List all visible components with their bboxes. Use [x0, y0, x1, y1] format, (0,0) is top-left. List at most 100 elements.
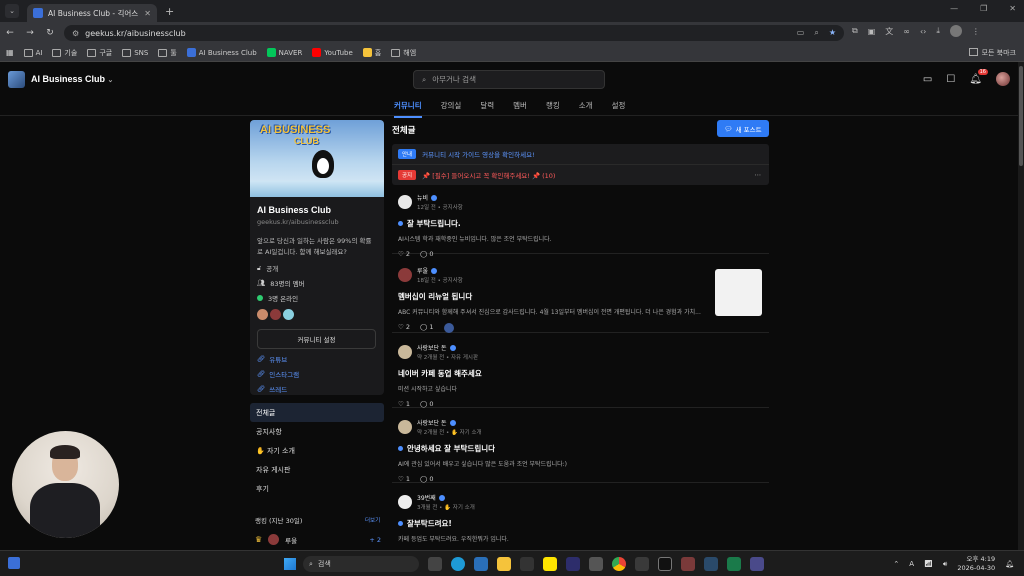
- app-icon[interactable]: [589, 557, 603, 571]
- comment-button[interactable]: ◯ 0: [420, 400, 433, 408]
- close-window-icon[interactable]: ✕: [1009, 4, 1016, 13]
- tab-members[interactable]: 멤버: [513, 100, 527, 111]
- bookmark-item[interactable]: AI: [23, 48, 42, 57]
- avatar[interactable]: [257, 309, 268, 320]
- menu-item-all[interactable]: 전체글: [250, 403, 384, 422]
- avatar[interactable]: [398, 420, 412, 434]
- bookmark-item[interactable]: YouTube: [312, 48, 353, 57]
- notice-item[interactable]: 안내 커뮤니티 시작 가이드 영상을 확인하세요!: [392, 144, 769, 164]
- new-tab-icon[interactable]: +: [165, 5, 174, 18]
- bookmark-item[interactable]: AI Business Club: [186, 48, 257, 57]
- notice-item[interactable]: 공지 📌 [필수] 들어오시고 꼭 확인해주세요! 📌 (10) ⋯: [392, 164, 769, 184]
- minimize-icon[interactable]: —: [950, 4, 958, 13]
- kakaotalk-icon[interactable]: [543, 557, 557, 571]
- avatar[interactable]: [398, 268, 412, 282]
- avatar[interactable]: [398, 195, 412, 209]
- forward-icon[interactable]: →: [20, 28, 40, 38]
- chevron-up-icon[interactable]: ⌃: [893, 560, 899, 568]
- profile-avatar[interactable]: [949, 25, 962, 37]
- bookmark-item[interactable]: 툴: [158, 48, 177, 58]
- chat-icon[interactable]: ☐: [946, 74, 955, 85]
- tab-search-icon[interactable]: ⌄: [5, 4, 19, 18]
- edge-icon[interactable]: [451, 557, 465, 571]
- avatar[interactable]: [398, 345, 412, 359]
- page-scrollbar[interactable]: [1018, 62, 1024, 550]
- restore-icon[interactable]: ❐: [980, 4, 987, 13]
- bell-icon[interactable]: 🔔︎ 16: [969, 68, 988, 85]
- download-icon[interactable]: ⤓: [936, 26, 940, 36]
- back-icon[interactable]: ←: [0, 28, 20, 38]
- post-item[interactable]: 39번째 3개월 전 • ✋ 자기 소개 잘부탁드려요! 카페 등업도 부탁드려…: [392, 488, 769, 558]
- video-icon[interactable]: ▭: [923, 74, 932, 85]
- ranking-row[interactable]: ♛ 루울 + 2: [255, 534, 381, 545]
- browser-tab[interactable]: AI Business Club - 긱어스 ✕: [27, 4, 157, 22]
- volume-icon[interactable]: 🔊︎: [943, 560, 947, 569]
- menu-item-notices[interactable]: 공지사항: [250, 422, 384, 441]
- user-avatar[interactable]: [996, 72, 1010, 86]
- extension-icon[interactable]: ▣: [868, 27, 876, 36]
- start-button[interactable]: [284, 558, 296, 570]
- tab-classroom[interactable]: 강의실: [441, 100, 462, 111]
- bookmark-item[interactable]: SNS: [122, 48, 148, 57]
- clock[interactable]: 오후 4:19 2026-04-30: [957, 555, 995, 573]
- post-author[interactable]: 뉴비: [417, 193, 463, 202]
- translate-icon[interactable]: 文: [885, 26, 893, 37]
- app-icon[interactable]: [428, 557, 442, 571]
- scrollbar-thumb[interactable]: [1019, 66, 1023, 166]
- close-tab-icon[interactable]: ✕: [144, 9, 151, 18]
- chrome-icon[interactable]: [612, 557, 626, 571]
- avatar[interactable]: [270, 309, 281, 320]
- tab-ranking[interactable]: 랭킹: [546, 100, 560, 111]
- bookmark-item[interactable]: 구글: [87, 48, 112, 58]
- bookmark-item[interactable]: NAVER: [266, 48, 302, 57]
- post-item[interactable]: 사랑보단 돈 약 2개월 전 • ✋ 자기 소개 안녕하세요 잘 부탁드립니다 …: [392, 413, 769, 483]
- site-info-icon[interactable]: ⚙: [72, 29, 79, 38]
- post-author[interactable]: 사랑보단 돈: [417, 343, 478, 352]
- site-name[interactable]: AI Business Club ⌄: [31, 74, 113, 84]
- app-icon[interactable]: [635, 557, 649, 571]
- link-threads[interactable]: 🔗︎ 쓰레드: [257, 384, 377, 394]
- club-logo[interactable]: [8, 71, 25, 88]
- tab-about[interactable]: 소개: [579, 100, 593, 111]
- tab-calendar[interactable]: 달력: [480, 100, 494, 111]
- bookmark-star-icon[interactable]: ★: [829, 28, 836, 38]
- cast-icon[interactable]: ▭: [797, 28, 805, 38]
- post-thumbnail[interactable]: [715, 269, 762, 316]
- post-author[interactable]: 루울: [417, 266, 463, 275]
- like-button[interactable]: ♡ 1: [398, 475, 410, 483]
- like-button[interactable]: ♡ 1: [398, 400, 410, 408]
- app-icon[interactable]: [566, 557, 580, 571]
- tab-settings[interactable]: 설정: [612, 100, 626, 111]
- avatar[interactable]: [283, 309, 294, 320]
- reload-icon[interactable]: ↻: [40, 28, 60, 38]
- post-item[interactable]: 뉴비 12일 전 • 공지사항 잘 부탁드립니다. AI시스템 학과 재학중인 …: [392, 188, 769, 258]
- code-icon[interactable]: ‹›: [920, 27, 926, 36]
- community-settings-button[interactable]: 커뮤니티 설정: [257, 329, 376, 349]
- ime-icon[interactable]: A: [909, 560, 914, 568]
- capcut-icon[interactable]: [658, 557, 672, 571]
- taskbar-search[interactable]: ⌕ 검색: [303, 556, 419, 572]
- post-item[interactable]: 루울 18일 전 • 공지사항 멤버십이 리뉴얼 됩니다 ABC 커뮤니티와 함…: [392, 261, 769, 333]
- bookmark-item[interactable]: 기술: [52, 48, 77, 58]
- more-menu-icon[interactable]: ⋮: [972, 27, 980, 36]
- menu-item-intro[interactable]: ✋ 자기 소개: [250, 441, 384, 460]
- app-icon[interactable]: [520, 557, 534, 571]
- app-icon[interactable]: [704, 557, 718, 571]
- zoom-icon[interactable]: ⌕: [814, 28, 818, 38]
- all-bookmarks[interactable]: 모든 북마크: [968, 47, 1016, 58]
- file-explorer-icon[interactable]: [497, 557, 511, 571]
- link-icon[interactable]: ∞: [903, 27, 910, 36]
- link-youtube[interactable]: 🔗︎ 유튜브: [257, 354, 377, 364]
- more-options-icon[interactable]: ⋯: [755, 171, 762, 179]
- notification-center-icon[interactable]: 🔔︎: [1005, 560, 1014, 568]
- wifi-icon[interactable]: 📶︎: [924, 560, 933, 568]
- link-instagram[interactable]: 🔗︎ 인스타그램: [257, 369, 377, 379]
- new-post-button[interactable]: 💬︎ 새 포스트: [717, 120, 769, 137]
- bookmark-item[interactable]: 홈: [362, 48, 381, 58]
- like-button[interactable]: ♡ 2: [398, 323, 410, 333]
- post-item[interactable]: 사랑보단 돈 약 2개월 전 • 자유 게시판 네이버 카페 동업 해주세요 미…: [392, 338, 769, 408]
- bookmark-item[interactable]: 해엠: [391, 48, 416, 58]
- app-icon[interactable]: [750, 557, 764, 571]
- address-bar[interactable]: ⚙ geekus.kr/aibusinessclub ▭ ⌕ ★: [64, 25, 844, 41]
- avatar[interactable]: [398, 495, 412, 509]
